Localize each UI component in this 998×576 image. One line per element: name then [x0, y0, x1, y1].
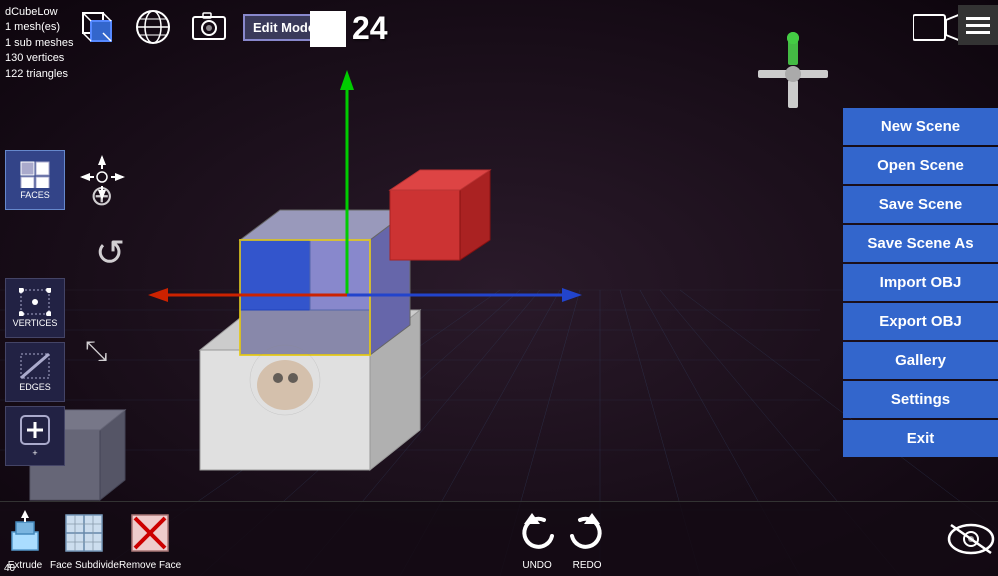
remove-face-label: Remove Face: [119, 560, 181, 571]
navigation-widget[interactable]: [80, 155, 125, 205]
save-scene-as-btn[interactable]: Save Scene As: [843, 225, 998, 262]
vertex-count: 130 vertices: [5, 51, 73, 66]
right-menu-panel: New Scene Open Scene Save Scene Save Sce…: [843, 108, 998, 457]
vertices-label: VERTICES: [13, 318, 58, 328]
top-toolbar: Edit Mode: [75, 5, 325, 49]
mesh-count: 1 mesh(es): [5, 20, 73, 35]
import-obj-btn[interactable]: Import OBJ: [843, 264, 998, 301]
add-label: +: [32, 448, 37, 458]
redo-btn[interactable]: REDO: [562, 508, 612, 571]
redo-icon: [562, 508, 612, 558]
bottom-coordinate: 40: [0, 561, 19, 576]
add-tool-btn[interactable]: +: [5, 406, 65, 466]
bottom-toolbar: Extrude Face Subdivide: [0, 501, 998, 576]
svg-text:↺: ↺: [95, 232, 125, 273]
face-subdivide-label: Face Subdivide: [50, 560, 119, 571]
camera-video-btn[interactable]: [913, 10, 963, 50]
svg-text:⤡: ⤡: [85, 335, 107, 366]
remove-face-icon: [125, 508, 175, 558]
open-scene-btn[interactable]: Open Scene: [843, 147, 998, 184]
ham-line-3: [966, 31, 990, 34]
save-scene-btn[interactable]: Save Scene: [843, 186, 998, 223]
frame-box: [310, 11, 346, 47]
object-icon-btn[interactable]: [75, 5, 119, 49]
hamburger-menu-btn[interactable]: [958, 5, 998, 45]
edges-label: EDGES: [19, 382, 51, 392]
visibility-toggle-btn[interactable]: [943, 514, 998, 564]
viewport[interactable]: ↺ ⊕ ⤡ dCubeLow 1 mesh(es) 1 sub meshes 1…: [0, 0, 998, 576]
export-obj-btn[interactable]: Export OBJ: [843, 303, 998, 340]
world-icon-btn[interactable]: [131, 5, 175, 49]
frame-counter: 24: [310, 10, 388, 47]
faces-tool-btn[interactable]: FACES: [5, 150, 65, 210]
triangle-count: 122 triangles: [5, 67, 73, 82]
gallery-btn[interactable]: Gallery: [843, 342, 998, 379]
ham-line-1: [966, 17, 990, 20]
object-name: dCubeLow: [5, 5, 73, 20]
edges-tool-btn[interactable]: EDGES: [5, 342, 65, 402]
left-panel: FACES VERTICES EDGES: [5, 150, 65, 466]
redo-label: REDO: [573, 560, 602, 571]
sub-mesh-count: 1 sub meshes: [5, 36, 73, 51]
undo-btn[interactable]: UNDO: [512, 508, 562, 571]
orientation-gizmo: [748, 30, 838, 125]
faces-label: FACES: [20, 190, 50, 200]
extrude-icon: [0, 508, 50, 558]
new-scene-btn[interactable]: New Scene: [843, 108, 998, 145]
remove-face-tool-btn[interactable]: Remove Face: [119, 508, 181, 571]
object-info: dCubeLow 1 mesh(es) 1 sub meshes 130 ver…: [5, 5, 73, 82]
face-subdivide-tool-btn[interactable]: Face Subdivide: [50, 508, 119, 571]
screenshot-icon-btn[interactable]: [187, 5, 231, 49]
settings-btn[interactable]: Settings: [843, 381, 998, 418]
exit-btn[interactable]: Exit: [843, 420, 998, 457]
vertices-tool-btn[interactable]: VERTICES: [5, 278, 65, 338]
ham-line-2: [966, 24, 990, 27]
undo-icon: [512, 508, 562, 558]
face-subdivide-icon: [59, 508, 109, 558]
frame-number: 24: [352, 10, 388, 47]
undo-label: UNDO: [522, 560, 551, 571]
